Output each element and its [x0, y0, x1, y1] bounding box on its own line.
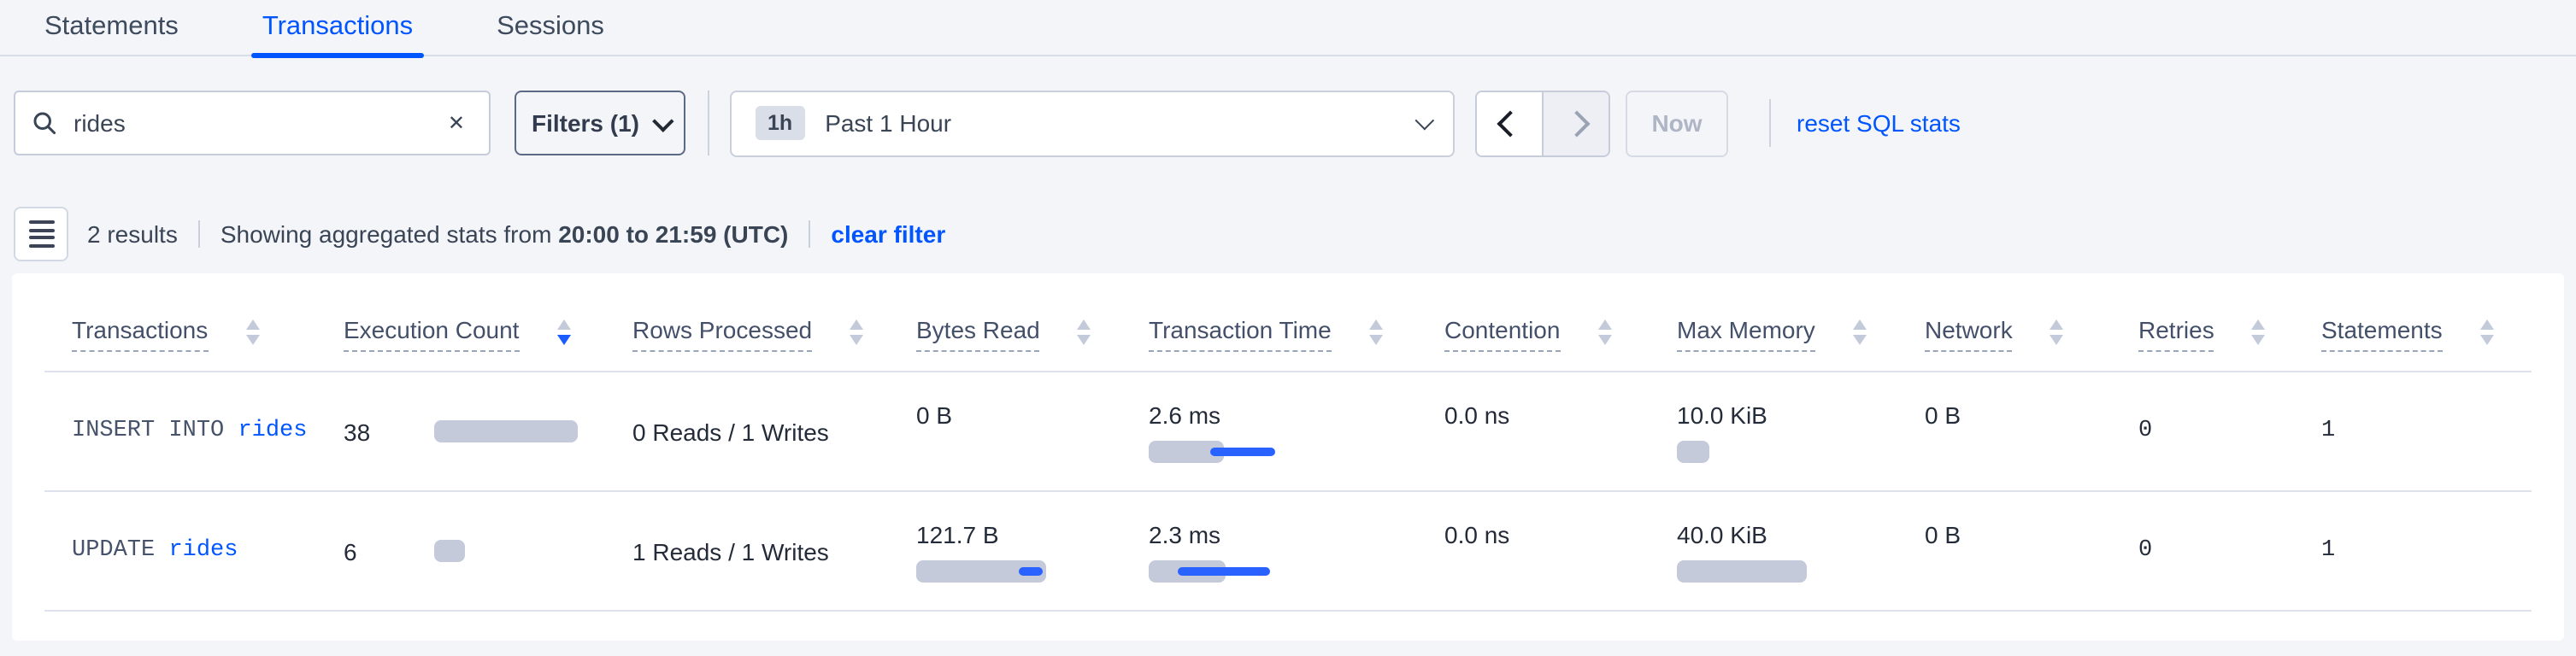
transaction-time-cell: 2.6 ms: [1149, 372, 1444, 490]
transaction-time-overlay-bar: [1210, 447, 1275, 455]
chevron-down-icon: [652, 109, 673, 131]
tab-statements[interactable]: Statements: [44, 0, 179, 56]
sort-icon[interactable]: [2252, 319, 2266, 344]
column-header-retries[interactable]: Retries: [2138, 316, 2321, 352]
time-range-picker[interactable]: 1h Past 1 Hour: [730, 90, 1455, 156]
column-selector-button[interactable]: [14, 207, 68, 261]
column-header-network[interactable]: Network: [1925, 316, 2138, 352]
divider: [809, 220, 810, 248]
bytes-read-cell: 0 B: [916, 372, 1149, 490]
max-memory-cell: 10.0 KiB: [1677, 372, 1925, 490]
showing-stats-text: Showing aggregated stats from 20:00 to 2…: [221, 220, 789, 248]
max-memory-bar: [1677, 559, 1807, 582]
time-nav-group: [1475, 90, 1610, 156]
execution-count-bar: [434, 540, 465, 562]
divider: [708, 91, 709, 155]
table-row: INSERT INTO rides 38 0 Reads / 1 Writes …: [44, 372, 2532, 492]
max-memory-bar: [1677, 440, 1709, 462]
sort-icon[interactable]: [2050, 319, 2064, 344]
max-memory-cell: 40.0 KiB: [1677, 492, 1925, 610]
divider: [1769, 99, 1771, 147]
time-interval-text: 20:00 to 21:59 (UTC): [558, 220, 788, 248]
statements-cell: 1: [2321, 419, 2532, 444]
reset-sql-stats-link[interactable]: reset SQL stats: [1797, 109, 1961, 137]
sort-icon-active-desc[interactable]: [556, 319, 570, 344]
transaction-object-link[interactable]: rides: [168, 538, 238, 564]
execution-count-cell: 6: [344, 537, 632, 565]
chevron-left-icon: [1496, 109, 1522, 136]
execution-count-cell: 38: [344, 418, 632, 445]
bytes-read-overlay-bar: [1019, 566, 1043, 575]
column-header-bytes-read[interactable]: Bytes Read: [916, 316, 1149, 352]
network-cell: 0 B: [1925, 372, 2138, 490]
table-row: UPDATE rides 6 1 Reads / 1 Writes 121.7 …: [44, 492, 2532, 612]
column-header-transactions[interactable]: Transactions: [72, 316, 344, 352]
rows-processed-cell: 0 Reads / 1 Writes: [632, 418, 916, 445]
retries-cell: 0: [2138, 538, 2321, 564]
prev-time-button[interactable]: [1477, 91, 1544, 155]
transactions-table-card: Transactions Execution Count Rows Proces…: [12, 273, 2564, 641]
divider: [198, 220, 200, 248]
network-cell: 0 B: [1925, 492, 2138, 610]
tab-transactions[interactable]: Transactions: [262, 0, 413, 56]
clear-filter-link[interactable]: clear filter: [831, 220, 945, 248]
rows-processed-cell: 1 Reads / 1 Writes: [632, 537, 916, 565]
transaction-link[interactable]: INSERT INTO rides: [72, 419, 344, 444]
execution-count-bar: [434, 420, 578, 442]
column-header-transaction-time[interactable]: Transaction Time: [1149, 316, 1444, 352]
sort-icon[interactable]: [1078, 319, 1091, 344]
transaction-time-overlay-bar: [1178, 566, 1270, 575]
retries-cell: 0: [2138, 419, 2321, 444]
sql-activity-page: Statements Transactions Sessions ✕ Filte…: [0, 0, 2576, 656]
sort-icon[interactable]: [1369, 319, 1383, 344]
results-bar: 2 results Showing aggregated stats from …: [0, 207, 2576, 261]
sort-icon[interactable]: [850, 319, 863, 344]
sort-icon[interactable]: [1597, 319, 1611, 344]
search-box[interactable]: ✕: [14, 91, 491, 155]
chevron-right-icon: [1562, 109, 1589, 136]
column-header-statements[interactable]: Statements: [2321, 316, 2532, 352]
bytes-read-cell: 121.7 B: [916, 492, 1149, 610]
contention-cell: 0.0 ns: [1444, 492, 1677, 610]
time-range-badge: 1h: [756, 106, 804, 140]
clear-search-icon[interactable]: ✕: [441, 108, 472, 138]
column-header-rows-processed[interactable]: Rows Processed: [632, 316, 916, 352]
transaction-object-link[interactable]: rides: [238, 419, 307, 444]
now-button[interactable]: Now: [1626, 90, 1728, 156]
next-time-button[interactable]: [1544, 91, 1609, 155]
column-header-max-memory[interactable]: Max Memory: [1677, 316, 1925, 352]
search-icon: [32, 111, 56, 135]
chevron-down-icon: [1415, 111, 1435, 131]
table-header-row: Transactions Execution Count Rows Proces…: [44, 273, 2532, 372]
tab-bar: Statements Transactions Sessions: [0, 0, 2576, 56]
results-count: 2 results: [87, 220, 178, 248]
transaction-time-cell: 2.3 ms: [1149, 492, 1444, 610]
filters-button[interactable]: Filters (1): [515, 91, 685, 155]
sort-icon[interactable]: [245, 319, 259, 344]
tab-sessions[interactable]: Sessions: [497, 0, 604, 56]
sort-icon[interactable]: [1853, 319, 1867, 344]
list-icon: [28, 221, 54, 225]
contention-cell: 0.0 ns: [1444, 372, 1677, 490]
search-input[interactable]: [70, 108, 441, 138]
filters-label: Filters (1): [532, 109, 639, 137]
column-header-execution-count[interactable]: Execution Count: [344, 316, 632, 352]
controls-row: ✕ Filters (1) 1h Past 1 Hour Now reset S…: [0, 89, 2576, 157]
time-range-label: Past 1 Hour: [825, 109, 951, 137]
transaction-link[interactable]: UPDATE rides: [72, 538, 344, 564]
statements-cell: 1: [2321, 538, 2532, 564]
sort-icon[interactable]: [2480, 319, 2494, 344]
column-header-contention[interactable]: Contention: [1444, 316, 1677, 352]
